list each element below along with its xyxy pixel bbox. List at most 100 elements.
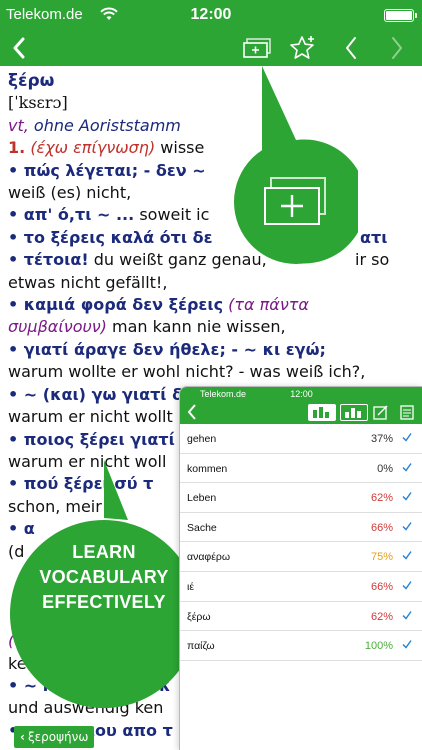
vocabulary-row[interactable]: kommen 0% <box>180 454 422 484</box>
checkmark-icon[interactable] <box>402 432 412 442</box>
chevron-left-icon: ‹ <box>20 730 25 744</box>
learning-progress: 37% <box>370 433 393 445</box>
clock: 12:00 <box>190 6 232 23</box>
checkmark-icon[interactable] <box>402 521 412 531</box>
entry-line: warum wollte er wohl nicht? - was weiß i… <box>8 361 414 383</box>
vocabulary-row[interactable]: ιέ 66% <box>180 572 422 602</box>
vocabulary-trainer-preview: Telekom.de 12:00 gehen 37% kommen 0% Leben 62… <box>179 386 422 750</box>
tab-statistics[interactable] <box>340 404 368 421</box>
chevron-left-icon[interactable] <box>186 403 198 421</box>
bullet: • <box>8 429 24 449</box>
vocabulary-row[interactable]: αναφέρω 75% <box>180 542 422 572</box>
vocabulary-word: παίζω <box>187 640 215 653</box>
grammar-label: vt, <box>8 115 29 135</box>
headword: ξέρω <box>8 71 55 91</box>
german-translation: soweit ic <box>139 205 210 225</box>
inset-nav-bar <box>180 401 422 424</box>
greek-phrase: γιατί άραγε δεν ήθελε; - ~ κι εγώ; <box>23 339 326 359</box>
learning-progress: 66% <box>370 521 393 534</box>
entry-line: • γιατί άραγε δεν ήθελε; - ~ κι εγώ; <box>8 339 414 361</box>
chevron-right-icon <box>392 37 402 59</box>
previous-entry-button[interactable] <box>338 32 364 64</box>
promo-line: LEARN <box>72 542 136 562</box>
grammar-note: ohne Aoriststamm <box>33 115 181 135</box>
chevron-left-icon <box>13 37 25 59</box>
tab-edit[interactable] <box>372 404 392 421</box>
pronunciation: [ˈksɛrɔ] <box>8 93 68 113</box>
bullet: • <box>8 227 24 247</box>
bar-chart-icon <box>345 408 361 418</box>
german-translation: warum er nicht wollt <box>8 407 173 427</box>
checkmark-icon[interactable] <box>402 580 412 590</box>
add-flashcard-callout <box>234 66 358 264</box>
inset-clock: 12:00 <box>290 389 313 399</box>
german-translation: weiß (es) nicht, <box>8 183 132 203</box>
favorite-button[interactable] <box>286 32 320 64</box>
bullet: • <box>8 339 24 359</box>
learning-progress: 75% <box>370 551 393 564</box>
context-note: συμβαίνουν) <box>8 317 107 337</box>
tab-list[interactable] <box>398 404 418 421</box>
bullet: • <box>8 384 24 404</box>
chevron-left-icon <box>346 37 356 59</box>
greek-phrase-fragment: ατι <box>360 227 388 247</box>
learn-vocabulary-text: LEARN VOCABULARY EFFECTIVELY <box>8 540 200 615</box>
learning-progress: 100% <box>364 640 393 653</box>
vocabulary-word: Leben <box>187 492 217 505</box>
vocabulary-word: ξέρω <box>187 610 211 623</box>
sense-gloss: (έχω επίγνωση) <box>30 138 156 158</box>
next-word-tag[interactable]: ‹ ξεροψήνω <box>14 726 95 748</box>
greek-phrase: καμιά φορά δεν ξέρεις <box>23 295 224 315</box>
vocabulary-row[interactable]: gehen 37% <box>180 424 422 454</box>
bullet: • <box>8 295 24 315</box>
promo-line: EFFECTIVELY <box>42 592 166 612</box>
next-word-label: ξεροψήνω <box>27 730 89 744</box>
bar-chart-icon <box>313 407 329 418</box>
sense-translation: wisse <box>160 138 205 158</box>
edit-icon <box>373 405 388 420</box>
learning-progress: 62% <box>370 492 393 505</box>
vocabulary-word: ιέ <box>187 580 195 593</box>
greek-phrase: ποιος ξέρει γιατί <box>23 429 175 449</box>
sense-number: 1. <box>8 138 26 158</box>
vocabulary-row[interactable]: Leben 62% <box>180 483 422 513</box>
vocabulary-row[interactable]: Sache 66% <box>180 513 422 543</box>
bullet: • <box>8 250 24 270</box>
star-add-icon <box>290 36 314 59</box>
add-flashcard-button[interactable] <box>240 32 274 64</box>
nav-bar <box>0 30 422 66</box>
vocabulary-row[interactable]: παίζω 100% <box>180 631 422 661</box>
vocabulary-word: Sache <box>187 521 217 534</box>
german-translation: man kann nie wissen, <box>112 317 286 337</box>
greek-phrase: απ' ό,τι ~ ... <box>23 205 135 225</box>
tab-progress-chart[interactable] <box>308 404 336 421</box>
german-translation: warum wollte er wohl nicht? - was weiß i… <box>8 362 366 382</box>
inset-status-bar: Telekom.de 12:00 <box>180 387 422 401</box>
checkmark-icon[interactable] <box>402 491 412 501</box>
learning-progress: 0% <box>377 462 393 475</box>
entry-line: συμβαίνουν) man kann nie wissen, <box>8 316 414 338</box>
bullet: • <box>8 160 24 180</box>
checkmark-icon[interactable] <box>402 462 412 472</box>
battery-icon <box>384 9 417 22</box>
add-flashcard-icon <box>243 38 271 58</box>
status-bar: Telekom.de 12:00 <box>0 0 422 30</box>
greek-phrase: το ξέρεις καλά ότι δε <box>23 227 213 247</box>
bullet: • <box>8 205 24 225</box>
learning-progress: 66% <box>370 580 393 593</box>
greek-phrase: πώς λέγεται; - δεν ~ <box>23 160 206 180</box>
promo-line: VOCABULARY <box>39 567 169 587</box>
notes-icon <box>400 405 414 420</box>
checkmark-icon[interactable] <box>402 550 412 560</box>
vocabulary-list: gehen 37% kommen 0% Leben 62% Sache 66% αναφέρω 7… <box>180 424 422 661</box>
checkmark-icon[interactable] <box>402 610 412 620</box>
entry-line: etwas nicht gefällt!, <box>8 272 414 294</box>
german-translation-fragment: ir so <box>355 250 390 270</box>
next-entry-button[interactable] <box>384 32 410 64</box>
vocabulary-row[interactable]: ξέρω 62% <box>180 602 422 632</box>
context-note: (τα πάντα <box>228 295 309 315</box>
checkmark-icon[interactable] <box>402 639 412 649</box>
vocabulary-word: αναφέρω <box>187 551 231 564</box>
greek-phrase: τέτοια! <box>23 250 89 270</box>
back-button[interactable] <box>4 32 34 64</box>
